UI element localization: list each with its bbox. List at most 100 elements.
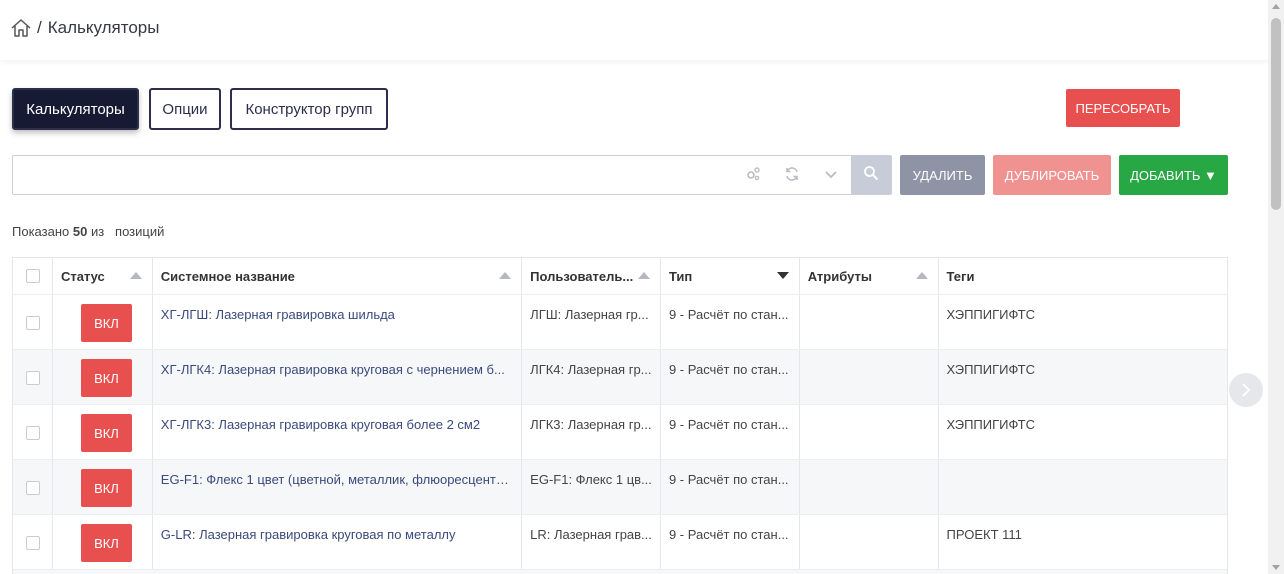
scroll-up-arrow-icon[interactable] — [1272, 4, 1280, 9]
chevron-down-icon[interactable] — [822, 166, 840, 184]
column-type-label: Тип — [668, 268, 693, 284]
table-row[interactable]: ВКЛ EG-F1: Флекс 1 цвет (цветной, металл… — [13, 460, 1227, 515]
header-select-cell — [13, 258, 53, 294]
attributes-cell — [800, 515, 939, 569]
summary-middle: из — [90, 224, 105, 239]
column-system-name-label: Системное название — [160, 268, 295, 284]
column-system-name[interactable]: Системное название — [153, 258, 523, 294]
tab-group-constructor[interactable]: Конструктор групп — [230, 88, 388, 130]
row-select-cell — [13, 405, 53, 459]
attributes-cell — [800, 350, 939, 404]
breadcrumb: / Калькуляторы — [10, 17, 159, 39]
column-attributes-label: Атрибуты — [807, 268, 872, 284]
column-status[interactable]: Статус — [53, 258, 153, 294]
status-cell: ВКЛ — [53, 515, 153, 569]
type-cell: 9 - Расчёт по стан... — [661, 460, 800, 514]
tags-cell: ХЭППИГИФТС — [946, 417, 1035, 432]
table-row[interactable]: ВКЛ ХГ-ЛГК3: Лазерная гравировка кругова… — [13, 405, 1227, 460]
summary-suffix: позиций — [115, 224, 165, 239]
add-button[interactable]: ДОБАВИТЬ ▼ — [1119, 155, 1228, 195]
scroll-down-arrow-icon[interactable] — [1272, 565, 1280, 570]
row-select-cell — [13, 515, 53, 569]
page-title: Калькуляторы — [47, 18, 160, 37]
delete-button[interactable]: УДАЛИТЬ — [900, 155, 985, 195]
row-checkbox[interactable] — [26, 426, 40, 440]
search-bar — [12, 155, 892, 195]
type-cell: 9 - Расчёт по стан... — [661, 405, 800, 459]
system-name-link[interactable]: ХГ-ЛГК3: Лазерная гравировка круговая бо… — [153, 405, 523, 459]
calculators-table: Статус Системное название Пользователь..… — [12, 257, 1228, 574]
column-status-label: Статус — [60, 268, 105, 284]
table-row-partial — [13, 570, 1227, 574]
column-user-name[interactable]: Пользователь... — [522, 258, 661, 294]
summary-count: 50 — [72, 224, 88, 239]
search-input[interactable] — [13, 156, 733, 194]
system-name-link[interactable]: EG-F1: Флекс 1 цвет (цветной, металлик, … — [153, 460, 523, 514]
sort-desc-icon[interactable] — [776, 272, 789, 279]
tab-calculators[interactable]: Калькуляторы — [12, 88, 139, 130]
row-checkbox[interactable] — [26, 371, 40, 385]
attributes-cell — [800, 460, 939, 514]
column-user-name-label: Пользователь... — [530, 268, 634, 284]
search-icon — [863, 165, 879, 186]
settings-gears-icon[interactable] — [744, 166, 762, 184]
row-checkbox[interactable] — [26, 536, 40, 550]
type-cell: 9 - Расчёт по стан... — [661, 515, 800, 569]
type-cell: 9 - Расчёт по стан... — [661, 350, 800, 404]
column-type[interactable]: Тип — [661, 258, 800, 294]
table-row[interactable]: ВКЛ ХГ-ЛГШ: Лазерная гравировка шильда Л… — [13, 295, 1227, 350]
status-toggle-button[interactable]: ВКЛ — [80, 524, 132, 562]
sort-asc-icon[interactable] — [915, 272, 928, 279]
duplicate-button[interactable]: ДУБЛИРОВАТЬ — [993, 155, 1111, 195]
status-toggle-button[interactable]: ВКЛ — [80, 469, 132, 507]
tags-cell — [939, 460, 1228, 514]
user-name-cell: ЛГК4: Лазерная гр... — [522, 350, 661, 404]
status-cell: ВКЛ — [53, 460, 153, 514]
attributes-cell — [800, 295, 939, 349]
status-cell: ВКЛ — [53, 350, 153, 404]
sort-asc-icon[interactable] — [637, 272, 650, 279]
attributes-cell — [800, 405, 939, 459]
sort-asc-icon[interactable] — [129, 272, 142, 279]
chevron-right-icon[interactable] — [1229, 373, 1263, 407]
user-name-cell: ЛГШ: Лазерная гр... — [522, 295, 661, 349]
type-cell: 9 - Расчёт по стан... — [661, 295, 800, 349]
sort-asc-icon[interactable] — [499, 272, 512, 279]
tags-cell: ПРОЕКТ 111 — [946, 527, 1022, 542]
summary-prefix: Показано — [12, 224, 70, 239]
breadcrumb-separator: / — [37, 18, 42, 37]
tab-options[interactable]: Опции — [149, 88, 221, 130]
column-tags[interactable]: Теги — [939, 258, 1228, 294]
scrollbar-thumb[interactable] — [1271, 18, 1281, 210]
user-name-cell: LR: Лазерная грав... — [522, 515, 661, 569]
status-cell: ВКЛ — [53, 405, 153, 459]
status-cell: ВКЛ — [53, 295, 153, 349]
home-icon[interactable] — [10, 17, 32, 39]
row-checkbox[interactable] — [26, 316, 40, 330]
column-attributes[interactable]: Атрибуты — [800, 258, 939, 294]
column-tags-label: Теги — [946, 268, 975, 284]
status-toggle-button[interactable]: ВКЛ — [80, 414, 132, 452]
status-toggle-button[interactable]: ВКЛ — [80, 359, 132, 397]
row-checkbox[interactable] — [26, 481, 40, 495]
system-name-link[interactable]: G-LR: Лазерная гравировка круговая по ме… — [153, 515, 523, 569]
system-name-link[interactable]: ХГ-ЛГК4: Лазерная гравировка круговая с … — [153, 350, 523, 404]
row-select-cell — [13, 350, 53, 404]
row-select-cell — [13, 460, 53, 514]
user-name-cell: ЛГК3: Лазерная гр... — [522, 405, 661, 459]
refresh-icon[interactable] — [783, 166, 801, 184]
search-button[interactable] — [851, 156, 891, 194]
items-summary: Показано 50 из позиций — [12, 224, 164, 239]
status-toggle-button[interactable]: ВКЛ — [80, 304, 132, 342]
top-bar: / Калькуляторы — [0, 0, 1268, 60]
page-scrollbar[interactable] — [1268, 0, 1284, 574]
tags-cell: ХЭППИГИФТС — [946, 362, 1035, 377]
rebuild-button[interactable]: ПЕРЕСОБРАТЬ — [1066, 89, 1180, 127]
row-select-cell — [13, 295, 53, 349]
table-row[interactable]: ВКЛ G-LR: Лазерная гравировка круговая п… — [13, 515, 1227, 570]
system-name-link[interactable]: ХГ-ЛГШ: Лазерная гравировка шильда — [153, 295, 523, 349]
table-row[interactable]: ВКЛ ХГ-ЛГК4: Лазерная гравировка кругова… — [13, 350, 1227, 405]
table-header: Статус Системное название Пользователь..… — [13, 258, 1227, 295]
tags-cell: ХЭППИГИФТС — [946, 307, 1035, 322]
select-all-checkbox[interactable] — [26, 269, 40, 283]
